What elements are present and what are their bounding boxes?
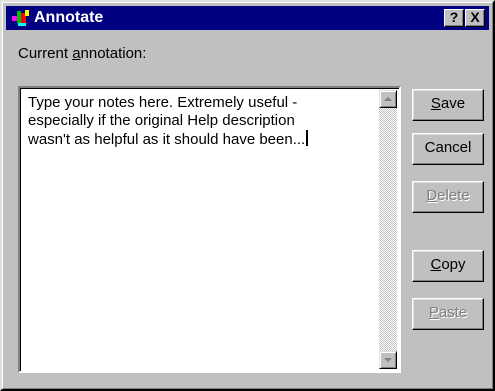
scroll-up-button[interactable] bbox=[379, 90, 397, 108]
scroll-down-button[interactable] bbox=[379, 351, 397, 369]
scroll-up-arrow-icon bbox=[384, 97, 392, 101]
delete-button[interactable]: Delete bbox=[412, 181, 484, 213]
annotate-app-icon bbox=[12, 10, 29, 26]
text-caret bbox=[306, 130, 309, 146]
window-title: Annotate bbox=[34, 9, 104, 26]
title-bar[interactable]: Annotate ? X bbox=[6, 6, 489, 30]
annotate-dialog: Annotate ? X Current annotation: Type yo… bbox=[0, 0, 495, 391]
annotation-text: Type your notes here. Extremely useful -… bbox=[28, 94, 306, 148]
copy-button[interactable]: Copy bbox=[412, 250, 484, 282]
close-button[interactable]: X bbox=[465, 9, 485, 27]
scroll-down-arrow-icon bbox=[384, 358, 392, 362]
help-button[interactable]: ? bbox=[444, 9, 464, 27]
annotation-textarea[interactable]: Type your notes here. Extremely useful -… bbox=[18, 86, 401, 373]
cancel-button[interactable]: Cancel bbox=[412, 133, 484, 165]
annotation-label: Current annotation: bbox=[18, 45, 147, 62]
save-button[interactable]: Save bbox=[412, 89, 484, 121]
vertical-scrollbar[interactable] bbox=[379, 90, 397, 369]
paste-button[interactable]: Paste bbox=[412, 298, 484, 330]
